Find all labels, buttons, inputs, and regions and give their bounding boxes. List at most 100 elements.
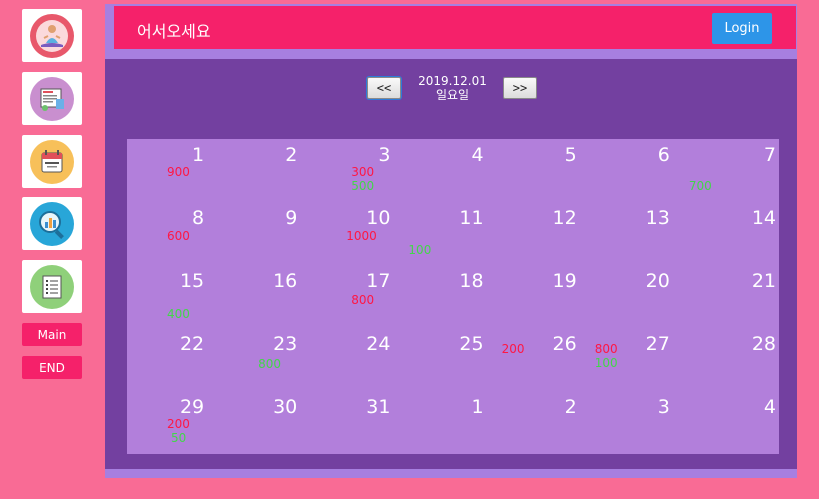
- day-number: 10: [366, 207, 391, 229]
- expense-amount: 800: [351, 293, 375, 307]
- day-number: 28: [751, 333, 776, 355]
- income-amount: 500: [351, 179, 375, 193]
- date-display: 2019.12.01 일요일: [405, 74, 500, 102]
- day-number: 3: [657, 396, 670, 418]
- calendar-day-cell[interactable]: 26 200: [500, 328, 593, 391]
- income-amount: 50: [171, 431, 187, 445]
- income-amount: 400: [167, 307, 190, 321]
- header-bar: 어서오세요 Login: [114, 6, 796, 49]
- day-number: 18: [459, 270, 484, 292]
- expense-amount: 200: [167, 417, 190, 431]
- income-amount: 700: [688, 179, 712, 193]
- day-number: 19: [552, 270, 577, 292]
- calendar-day-cell[interactable]: 2: [500, 391, 593, 454]
- checklist-icon: [30, 264, 74, 309]
- day-number: 23: [273, 333, 298, 355]
- calendar-day-cell[interactable]: 29 200 50: [127, 391, 220, 454]
- calendar-day-cell[interactable]: 21: [686, 265, 779, 328]
- income-amount: 800: [258, 357, 282, 371]
- day-number: 11: [459, 207, 484, 229]
- sidebar-diet-button[interactable]: [22, 72, 82, 125]
- day-number: 1: [192, 144, 205, 166]
- calendar-day-cell[interactable]: 2: [220, 139, 313, 202]
- calendar-day-cell[interactable]: 4: [686, 391, 779, 454]
- day-number: 2: [285, 144, 298, 166]
- expense-amount: 900: [167, 165, 190, 179]
- day-number: 4: [763, 396, 776, 418]
- sidebar-dday-button[interactable]: [22, 135, 82, 188]
- calendar-day-cell[interactable]: 7 700: [686, 139, 779, 202]
- current-date: 2019.12.01: [418, 74, 487, 88]
- meditation-icon: [30, 13, 74, 58]
- day-number: 17: [366, 270, 391, 292]
- day-number: 5: [564, 144, 577, 166]
- day-number: 12: [552, 207, 577, 229]
- greeting-text: 어서오세요: [137, 22, 211, 41]
- expense-amount: 200: [501, 342, 525, 356]
- calendar-day-cell[interactable]: 24: [313, 328, 406, 391]
- income-amount: 100: [408, 243, 432, 257]
- calendar-day-cell[interactable]: 30: [220, 391, 313, 454]
- day-number: 21: [751, 270, 776, 292]
- calendar-day-cell[interactable]: 6: [593, 139, 686, 202]
- calendar-day-cell[interactable]: 3: [593, 391, 686, 454]
- calendar-day-cell[interactable]: 31: [313, 391, 406, 454]
- end-button[interactable]: END: [22, 356, 82, 379]
- prev-month-button[interactable]: <<: [367, 77, 401, 99]
- calendar-day-cell[interactable]: 8 600: [127, 202, 220, 265]
- expense-amount: 1000: [346, 229, 377, 243]
- calendar-day-cell[interactable]: 4: [406, 139, 499, 202]
- day-number: 15: [179, 270, 205, 292]
- calendar-day-cell[interactable]: 18: [406, 265, 499, 328]
- day-number: 20: [645, 270, 670, 292]
- calendar-day-cell[interactable]: 10 1000: [313, 202, 406, 265]
- next-month-button[interactable]: >>: [503, 77, 537, 99]
- day-number: 31: [366, 396, 391, 418]
- login-button[interactable]: Login: [712, 13, 772, 44]
- day-number: 26: [552, 333, 577, 355]
- calendar-day-cell[interactable]: 25: [406, 328, 499, 391]
- sidebar-checklist-button[interactable]: [22, 260, 82, 313]
- calendar-day-cell[interactable]: 5: [500, 139, 593, 202]
- chart-search-icon: [30, 201, 74, 246]
- day-number: 25: [459, 333, 484, 355]
- main-button[interactable]: Main: [22, 323, 82, 346]
- day-number: 14: [751, 207, 776, 229]
- expense-amount: 800: [594, 342, 618, 356]
- calendar-day-cell[interactable]: 27 800 100: [593, 328, 686, 391]
- calendar-day-cell[interactable]: 11 100: [406, 202, 499, 265]
- expense-amount: 300: [351, 165, 375, 179]
- sidebar-chart-button[interactable]: [22, 197, 82, 250]
- calendar-day-cell[interactable]: 1 900: [127, 139, 220, 202]
- day-number: 29: [179, 396, 205, 418]
- day-number: 22: [179, 333, 205, 355]
- day-number: 16: [273, 270, 298, 292]
- calendar-day-cell[interactable]: 3 300 500: [313, 139, 406, 202]
- day-number: 13: [645, 207, 670, 229]
- expense-amount: 600: [167, 229, 190, 243]
- day-number: 4: [471, 144, 484, 166]
- calendar-day-cell[interactable]: 14: [686, 202, 779, 265]
- calendar-day-cell[interactable]: 23 800: [220, 328, 313, 391]
- calendar-day-cell[interactable]: 17 800: [313, 265, 406, 328]
- calendar-day-cell[interactable]: 13: [593, 202, 686, 265]
- day-number: 27: [645, 333, 670, 355]
- day-number: 7: [763, 144, 776, 166]
- calendar-day-cell[interactable]: 15 400: [127, 265, 220, 328]
- sidebar-meditation-button[interactable]: [22, 9, 82, 62]
- calendar-day-cell[interactable]: 19: [500, 265, 593, 328]
- current-weekday: 일요일: [435, 88, 470, 102]
- calendar-day-cell[interactable]: 12: [500, 202, 593, 265]
- dday-calendar-icon: [30, 139, 74, 184]
- income-amount: 100: [594, 356, 618, 370]
- calendar-day-cell[interactable]: 22: [127, 328, 220, 391]
- calendar-day-cell[interactable]: 16: [220, 265, 313, 328]
- calendar-day-cell[interactable]: 28: [686, 328, 779, 391]
- calendar-day-cell[interactable]: 20: [593, 265, 686, 328]
- day-number: 3: [378, 144, 391, 166]
- calendar-day-cell[interactable]: 1: [406, 391, 499, 454]
- diet-board-icon: [30, 76, 74, 121]
- calendar-day-cell[interactable]: 9: [220, 202, 313, 265]
- day-number: 30: [273, 396, 298, 418]
- day-number: 9: [285, 207, 298, 229]
